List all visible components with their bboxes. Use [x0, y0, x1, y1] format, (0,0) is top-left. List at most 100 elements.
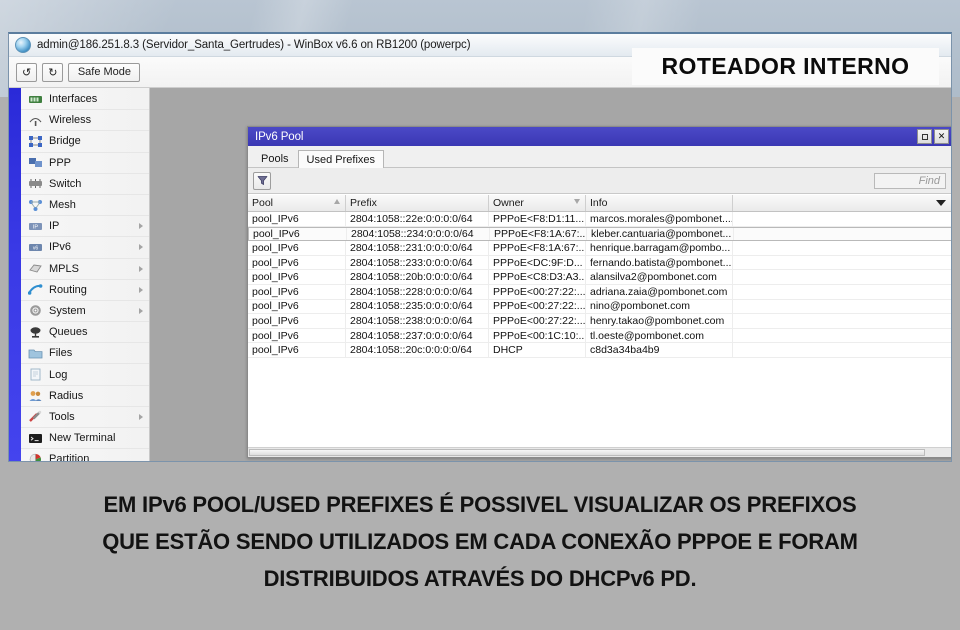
sidebar-accent-bar — [9, 88, 21, 461]
cell-info: henrique.barragam@pombo... — [586, 241, 733, 255]
tab-pools[interactable]: Pools — [252, 149, 298, 167]
cell-prefix: 2804:1058::228:0:0:0:0/64 — [346, 284, 489, 299]
cell-spacer — [734, 228, 951, 241]
cell-prefix: 2804:1058::20b:0:0:0:0/64 — [346, 270, 489, 284]
sidebar-item-label: Partition — [49, 453, 90, 462]
sidebar-item-mpls[interactable]: MPLS — [21, 259, 149, 280]
sidebar-item-log[interactable]: Log — [21, 364, 149, 386]
cell-info: fernando.batista@pombonet... — [586, 255, 733, 270]
sidebar-item-bridge[interactable]: Bridge — [21, 131, 149, 153]
log-icon — [28, 368, 43, 381]
cell-spacer — [733, 241, 951, 255]
column-header-owner[interactable]: Owner — [489, 195, 586, 211]
sidebar-menu: Interfaces Wireless Bridge PPP Switch Mesh IP I… — [21, 88, 150, 462]
submenu-arrow-icon — [139, 286, 143, 293]
ipv6-pool-title: IPv6 Pool — [255, 130, 304, 143]
tab-used-prefixes[interactable]: Used Prefixes — [297, 150, 385, 168]
cell-info: adriana.zaia@pombonet.com — [586, 284, 733, 299]
svg-text:v6: v6 — [33, 246, 39, 252]
radius-icon — [28, 389, 43, 402]
cell-prefix: 2804:1058::237:0:0:0:0/64 — [346, 328, 489, 343]
redo-button[interactable]: ↻ — [42, 62, 64, 82]
tools-icon — [28, 410, 43, 423]
sidebar-item-new-terminal[interactable]: New Terminal — [21, 428, 149, 450]
switch-icon — [28, 177, 43, 190]
sidebar-item-label: Radius — [49, 389, 84, 402]
find-input[interactable]: Find — [874, 172, 946, 189]
table-row[interactable]: pool_IPv6 2804:1058::228:0:0:0:0/64 PPPoE<… — [248, 284, 951, 300]
undo-button[interactable]: ↺ — [16, 62, 38, 82]
sidebar-item-interfaces[interactable]: Interfaces — [21, 89, 149, 111]
sidebar-item-label: Routing — [49, 283, 87, 296]
table-row[interactable]: pool_IPv6 2804:1058::235:0:0:0:0/64 PPPoE<… — [248, 299, 951, 315]
cell-prefix: 2804:1058::20c:0:0:0:0/64 — [346, 343, 489, 357]
sidebar-item-label: New Terminal — [49, 432, 116, 445]
winbox-body: Interfaces Wireless Bridge PPP Switch Mesh IP I… — [9, 88, 951, 462]
cell-info: henry.takao@pombonet.com — [586, 314, 733, 328]
sidebar-item-tools[interactable]: Tools — [21, 407, 149, 428]
scrollbar-thumb[interactable] — [249, 449, 925, 456]
system-gear-icon — [28, 304, 43, 317]
cell-prefix: 2804:1058::235:0:0:0:0/64 — [346, 299, 489, 314]
caption-line: QUE ESTÃO SENDO UTILIZADOS EM CADA CONEX… — [102, 529, 858, 554]
cell-prefix: 2804:1058::231:0:0:0:0/64 — [346, 241, 489, 255]
ppp-icon — [28, 156, 43, 169]
cell-pool: pool_IPv6 — [248, 328, 346, 343]
ipv6-pool-window: IPv6 Pool ✕ Pools Used Prefixes Find Poo… — [247, 126, 951, 458]
cell-info: kleber.cantuaria@pombonet... — [587, 227, 734, 241]
chevron-down-icon[interactable] — [936, 200, 946, 206]
cell-pool: pool_IPv6 — [248, 241, 346, 255]
queues-icon — [28, 326, 43, 339]
cell-pool: pool_IPv6 — [249, 227, 347, 241]
sidebar-item-switch[interactable]: Switch — [21, 174, 149, 195]
roteador-interno-banner: ROTEADOR INTERNO — [632, 48, 939, 85]
cell-owner: DHCP — [489, 343, 586, 357]
column-menu-header[interactable] — [733, 195, 951, 211]
routing-icon — [27, 283, 43, 296]
cell-spacer — [733, 329, 951, 343]
table-row[interactable]: pool_IPv6 2804:1058::233:0:0:0:0/64 PPPoE<… — [248, 255, 951, 271]
close-icon[interactable]: ✕ — [934, 129, 949, 144]
cell-prefix: 2804:1058::233:0:0:0:0/64 — [346, 255, 489, 270]
sidebar-item-mesh[interactable]: Mesh — [21, 195, 149, 217]
cell-spacer — [733, 270, 951, 284]
cell-pool: pool_IPv6 — [248, 299, 346, 314]
winbox-globe-icon — [15, 37, 31, 53]
filter-funnel-icon[interactable] — [253, 171, 271, 190]
horizontal-scrollbar[interactable] — [248, 447, 951, 457]
column-header-label: Prefix — [350, 197, 377, 209]
bridge-icon — [28, 135, 43, 148]
cell-owner: PPPoE<00:27:22:... — [489, 284, 586, 299]
sidebar-item-radius[interactable]: Radius — [21, 386, 149, 407]
cell-info: c8d3a34ba4b9 — [586, 343, 733, 357]
partition-icon — [28, 453, 43, 461]
sidebar-item-label: MPLS — [49, 262, 79, 275]
cell-spacer — [733, 300, 951, 314]
table-row[interactable]: pool_IPv6 2804:1058::231:0:0:0:0/64 PPPoE<… — [248, 241, 951, 256]
sidebar-item-files[interactable]: Files — [21, 343, 149, 365]
table-row[interactable]: pool_IPv6 2804:1058::237:0:0:0:0/64 PPPoE<… — [248, 328, 951, 344]
safe-mode-button[interactable]: Safe Mode — [68, 62, 141, 82]
sidebar-item-ipv6[interactable]: v6 IPv6 — [21, 237, 149, 259]
sidebar-item-queues[interactable]: Queues — [21, 322, 149, 344]
column-header-pool[interactable]: Pool — [248, 195, 346, 211]
maximize-icon[interactable] — [917, 129, 932, 144]
sidebar-item-partition[interactable]: Partition — [21, 449, 149, 462]
table-row[interactable]: pool_IPv6 2804:1058::20b:0:0:0:0/64 PPPoE<… — [248, 270, 951, 285]
cell-owner: PPPoE<00:27:22:... — [489, 314, 586, 328]
sidebar-item-system[interactable]: System — [21, 301, 149, 323]
sidebar-item-wireless[interactable]: Wireless — [21, 110, 149, 132]
column-header-prefix[interactable]: Prefix — [346, 195, 489, 211]
sidebar-item-label: Wireless — [49, 114, 92, 127]
sidebar-item-ip[interactable]: IP IP — [21, 216, 149, 238]
table-row[interactable]: pool_IPv6 2804:1058::20c:0:0:0:0/64 DHCP c8… — [248, 343, 951, 358]
winbox-workspace: IPv6 Pool ✕ Pools Used Prefixes Find Poo… — [150, 88, 951, 461]
table-row[interactable]: pool_IPv6 2804:1058::22e:0:0:0:0/64 PPPoE<… — [248, 212, 951, 227]
table-row[interactable]: pool_IPv6 2804:1058::238:0:0:0:0/64 PPPoE<… — [248, 314, 951, 329]
sidebar-item-routing[interactable]: Routing — [21, 280, 149, 301]
sidebar-item-label: Tools — [49, 410, 75, 423]
sidebar-item-label: Mesh — [49, 199, 76, 212]
sidebar-item-ppp[interactable]: PPP — [21, 153, 149, 174]
table-row[interactable]: pool_IPv6 2804:1058::234:0:0:0:0/64 PPPoE<… — [248, 226, 951, 242]
column-header-info[interactable]: Info — [586, 195, 733, 211]
